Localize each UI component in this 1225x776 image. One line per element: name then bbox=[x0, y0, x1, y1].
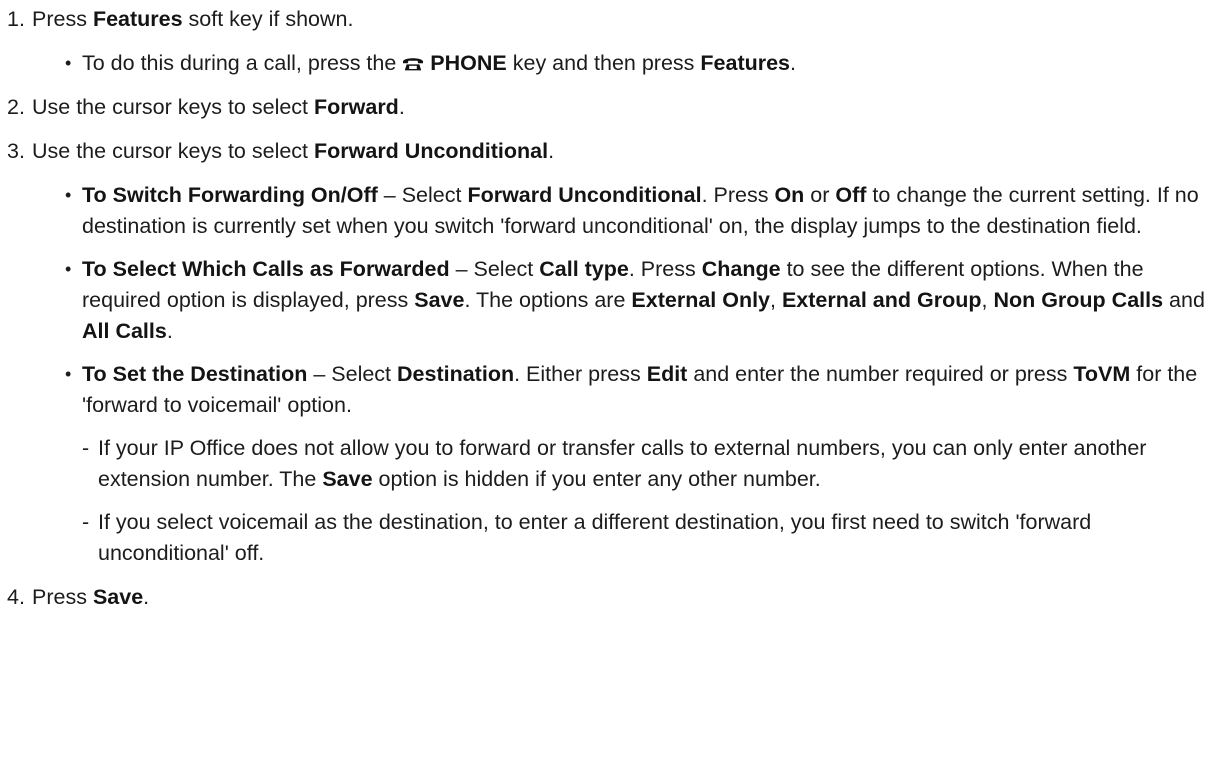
text-run: Press bbox=[32, 585, 93, 609]
text-run: . The options are bbox=[464, 288, 632, 312]
bold-term: Forward bbox=[314, 95, 399, 119]
text-run: key and then press bbox=[506, 51, 701, 75]
phone-icon bbox=[402, 49, 424, 71]
bold-term: Features bbox=[92, 7, 183, 31]
bold-term: To Select Which Calls as Forwarded bbox=[82, 257, 450, 281]
bullet: • bbox=[65, 364, 72, 384]
bullet: • bbox=[65, 185, 72, 205]
bold-term: Forward Unconditional bbox=[467, 183, 702, 207]
instructions-page: 1. Press Features soft key if shown. • T… bbox=[0, 0, 1225, 776]
bold-term: Call type bbox=[539, 257, 629, 281]
step-3-subitem-forwarding-on-off: • To Switch Forwarding On/Off – Select F… bbox=[0, 180, 1225, 242]
text-run: . Either press bbox=[514, 362, 647, 386]
text-run: . bbox=[166, 319, 173, 343]
step-4: 4. Press Save. bbox=[0, 582, 1225, 613]
destination-note-external-numbers: - If your IP Office does not allow you t… bbox=[0, 433, 1225, 495]
text-run: or bbox=[804, 183, 836, 207]
bold-term: Forward Unconditional bbox=[314, 139, 549, 163]
text-run: – Select bbox=[377, 183, 468, 207]
text-run: Press bbox=[32, 7, 93, 31]
bullet: • bbox=[65, 259, 72, 279]
step-number: 4. bbox=[7, 585, 25, 609]
step-text: Press Features soft key if shown. bbox=[32, 7, 353, 31]
bold-term: Edit bbox=[646, 362, 688, 386]
text-run: and enter the number required or press bbox=[687, 362, 1074, 386]
bold-term: Destination bbox=[397, 362, 515, 386]
subitem-text: To Switch Forwarding On/Off – Select For… bbox=[82, 183, 1199, 238]
text-run: . Press bbox=[628, 257, 702, 281]
bold-term: Save bbox=[92, 585, 144, 609]
text-run: and bbox=[1163, 288, 1205, 312]
text-run: Use the cursor keys to select bbox=[32, 95, 314, 119]
dash-marker: - bbox=[82, 510, 90, 534]
note-text: If you select voicemail as the destinati… bbox=[98, 510, 1091, 565]
text-run: . Press bbox=[701, 183, 775, 207]
text-run: , bbox=[981, 288, 994, 312]
dash-marker: - bbox=[82, 436, 90, 460]
text-run: soft key if shown. bbox=[182, 7, 354, 31]
step-1: 1. Press Features soft key if shown. bbox=[0, 4, 1225, 35]
step-text: Press Save. bbox=[32, 585, 149, 609]
bold-term: On bbox=[774, 183, 805, 207]
bold-term: To Switch Forwarding On/Off bbox=[82, 183, 378, 207]
bold-term: Save bbox=[414, 288, 465, 312]
text-run: Use the cursor keys to select bbox=[32, 139, 314, 163]
step-text: Use the cursor keys to select Forward. bbox=[32, 95, 405, 119]
bullet: • bbox=[65, 53, 72, 73]
text-run: If you select voicemail as the destinati… bbox=[98, 510, 1092, 565]
step-number: 3. bbox=[7, 139, 25, 163]
step-1-subitem: • To do this during a call, press the PH… bbox=[0, 48, 1225, 79]
subitem-text: To do this during a call, press the PHON… bbox=[82, 51, 796, 75]
bold-term: PHONE bbox=[430, 51, 507, 75]
bold-term: Off bbox=[835, 183, 867, 207]
text-run: . bbox=[790, 51, 796, 75]
note-text: If your IP Office does not allow you to … bbox=[98, 436, 1146, 491]
step-number: 2. bbox=[7, 95, 25, 119]
bold-term: To Set the Destination bbox=[82, 362, 308, 386]
step-text: Use the cursor keys to select Forward Un… bbox=[32, 139, 554, 163]
text-run: . bbox=[398, 95, 405, 119]
step-3-subitem-call-type: • To Select Which Calls as Forwarded – S… bbox=[0, 254, 1225, 347]
text-run: – Select bbox=[449, 257, 540, 281]
text-run: option is hidden if you enter any other … bbox=[372, 467, 821, 491]
bold-term: ToVM bbox=[1073, 362, 1131, 386]
bold-term: External Only bbox=[631, 288, 771, 312]
text-run: To do this during a call, press the bbox=[82, 51, 403, 75]
subitem-text: To Set the Destination – Select Destinat… bbox=[82, 362, 1197, 417]
text-run: . bbox=[143, 585, 150, 609]
text-run: . bbox=[548, 139, 555, 163]
bold-term: Non Group Calls bbox=[993, 288, 1164, 312]
bold-term: Save bbox=[322, 467, 373, 491]
bold-term: Change bbox=[701, 257, 781, 281]
step-3: 3. Use the cursor keys to select Forward… bbox=[0, 136, 1225, 167]
step-2: 2. Use the cursor keys to select Forward… bbox=[0, 92, 1225, 123]
destination-note-voicemail: - If you select voicemail as the destina… bbox=[0, 507, 1225, 569]
text-run: , bbox=[770, 288, 782, 312]
bold-term: External and Group bbox=[781, 288, 982, 312]
bold-term: Features bbox=[700, 51, 791, 75]
step-number: 1. bbox=[7, 7, 25, 31]
subitem-text: To Select Which Calls as Forwarded – Sel… bbox=[82, 257, 1205, 343]
step-3-subitem-destination: • To Set the Destination – Select Destin… bbox=[0, 359, 1225, 421]
bold-term: All Calls bbox=[82, 319, 167, 343]
text-run: – Select bbox=[307, 362, 398, 386]
